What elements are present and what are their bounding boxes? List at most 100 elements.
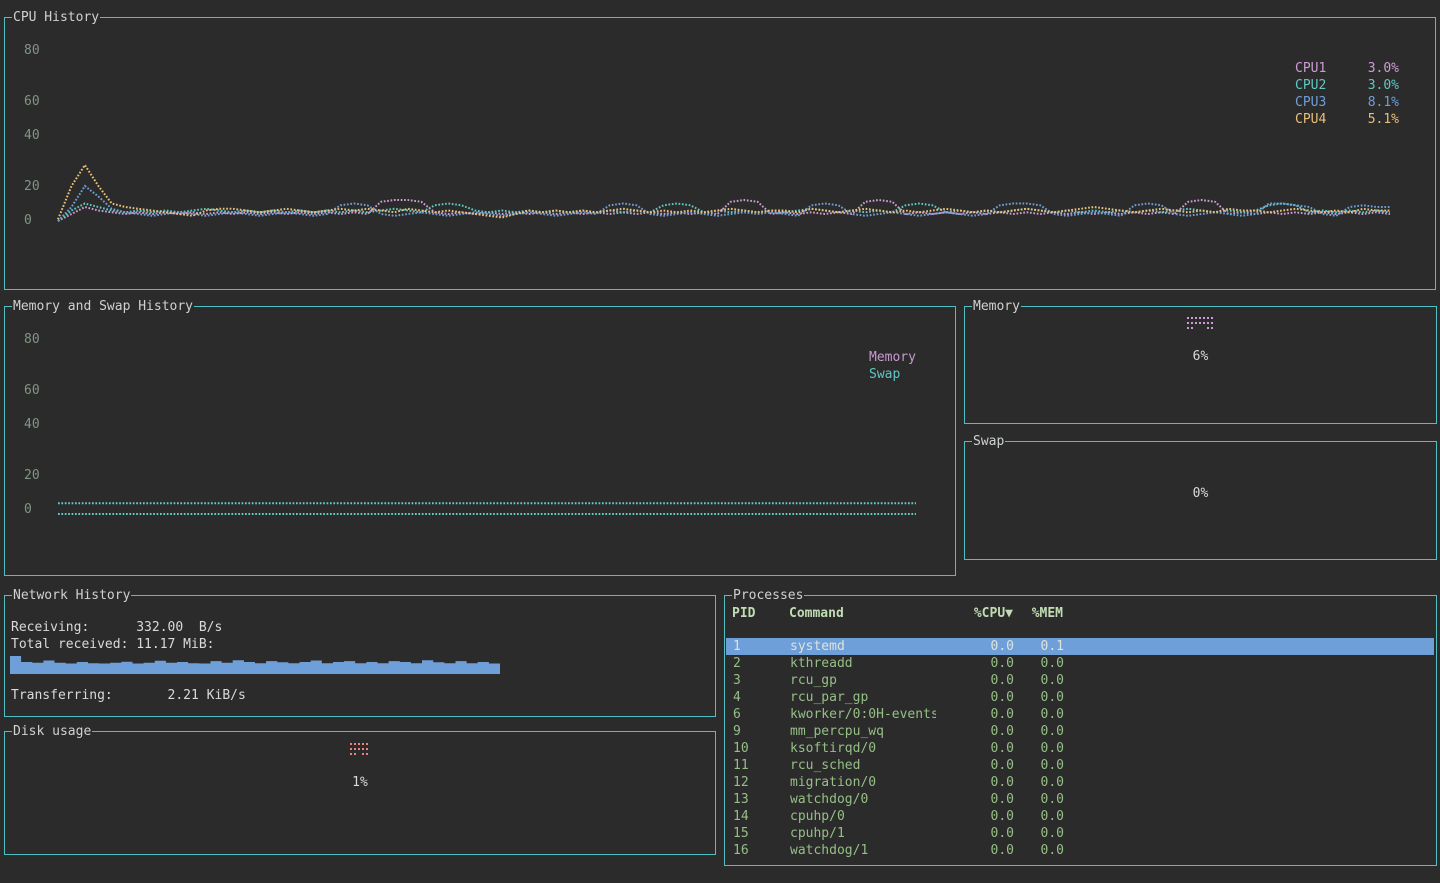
process-row[interactable]: 3rcu_gp0.00.0 bbox=[726, 672, 1434, 689]
process-cpu: 0.0 bbox=[938, 842, 1014, 859]
process-cpu: 0.0 bbox=[938, 655, 1014, 672]
process-pid: 13 bbox=[733, 791, 785, 808]
cpu-legend: CPU1 3.0% CPU2 3.0% CPU3 8.1% CPU4 5.1% bbox=[1295, 60, 1399, 128]
network-history-title: Network History bbox=[12, 588, 131, 603]
network-receiving-text: Receiving: 332.00 B/s bbox=[11, 621, 222, 635]
process-mem: 0.0 bbox=[1018, 774, 1064, 791]
process-row[interactable]: 12migration/00.00.0 bbox=[726, 774, 1434, 791]
legend-label: Swap bbox=[869, 366, 900, 383]
legend-item-cpu1: CPU1 3.0% bbox=[1295, 60, 1399, 77]
process-cpu: 0.0 bbox=[938, 638, 1014, 655]
process-mem: 0.0 bbox=[1018, 842, 1064, 859]
process-row[interactable]: 15cpuhp/10.00.0 bbox=[726, 825, 1434, 842]
mem-column-header[interactable]: %MEM bbox=[1017, 605, 1063, 622]
process-row[interactable]: 6kworker/0:0H-events_high0.00.0 bbox=[726, 706, 1434, 723]
process-cpu: 0.0 bbox=[938, 689, 1014, 706]
process-cpu: 0.0 bbox=[938, 706, 1014, 723]
process-table-header: PID Command%CPU▼%MEM bbox=[725, 605, 1436, 622]
process-row[interactable]: 4rcu_par_gp0.00.0 bbox=[726, 689, 1434, 706]
network-receive-area bbox=[10, 656, 500, 674]
legend-item-cpu2: CPU2 3.0% bbox=[1295, 77, 1399, 94]
process-command: kthreadd bbox=[790, 655, 936, 672]
memory-gauge-panel: Memory 6% bbox=[964, 306, 1437, 424]
network-receive-sparkline bbox=[10, 653, 500, 674]
process-mem: 0.0 bbox=[1018, 825, 1064, 842]
process-mem: 0.0 bbox=[1018, 791, 1064, 808]
process-mem: 0.0 bbox=[1018, 689, 1064, 706]
system-monitor-screen: CPU History 806040200 CPU13.0%CPU23.0%CP… bbox=[0, 0, 1440, 883]
cpu-history-chart bbox=[5, 18, 1435, 289]
process-command: cpuhp/1 bbox=[790, 825, 936, 842]
legend-label: CPU3 bbox=[1295, 94, 1326, 111]
legend-value: 5.1% bbox=[1368, 111, 1399, 128]
process-command: watchdog/1 bbox=[790, 842, 936, 859]
disk-usage-panel: Disk usage 1% bbox=[4, 731, 716, 855]
disk-gauge-icon bbox=[350, 743, 370, 758]
network-total-received-text: Total received: 11.17 MiB: bbox=[11, 638, 215, 652]
process-pid: 16 bbox=[733, 842, 785, 859]
process-row[interactable]: 2kthreadd0.00.0 bbox=[726, 655, 1434, 672]
process-cpu: 0.0 bbox=[938, 740, 1014, 757]
process-row[interactable]: 14cpuhp/00.00.0 bbox=[726, 808, 1434, 825]
process-row[interactable]: 11rcu_sched0.00.0 bbox=[726, 757, 1434, 774]
legend-label: CPU2 bbox=[1295, 77, 1326, 94]
legend-item-cpu4: CPU4 5.1% bbox=[1295, 111, 1399, 128]
legend-item-cpu3: CPU3 8.1% bbox=[1295, 94, 1399, 111]
process-cpu: 0.0 bbox=[938, 723, 1014, 740]
process-mem: 0.0 bbox=[1018, 655, 1064, 672]
process-mem: 0.0 bbox=[1018, 757, 1064, 774]
process-row[interactable]: 13watchdog/00.00.0 bbox=[726, 791, 1434, 808]
pid-column-header[interactable]: PID bbox=[732, 605, 784, 622]
process-cpu: 0.0 bbox=[938, 791, 1014, 808]
process-mem: 0.0 bbox=[1018, 723, 1064, 740]
process-row[interactable]: 9mm_percpu_wq0.00.0 bbox=[726, 723, 1434, 740]
processes-title: Processes bbox=[732, 588, 804, 603]
swap-gauge-title: Swap bbox=[972, 434, 1005, 449]
memory-percent-value: 6% bbox=[965, 350, 1436, 364]
legend-value: 3.0% bbox=[1368, 60, 1399, 77]
process-pid: 9 bbox=[733, 723, 785, 740]
process-cpu: 0.0 bbox=[938, 825, 1014, 842]
process-command: cpuhp/0 bbox=[790, 808, 936, 825]
swap-percent-value: 0% bbox=[965, 487, 1436, 501]
command-column-header[interactable]: Command bbox=[789, 605, 935, 622]
process-command: mm_percpu_wq bbox=[790, 723, 936, 740]
process-row[interactable]: 1 systemd0.00.1 bbox=[726, 638, 1434, 655]
process-mem: 0.1 bbox=[1018, 638, 1064, 655]
process-pid: 2 bbox=[733, 655, 785, 672]
processes-panel: Processes PIDCommand%CPU▼%MEM 1systemd0.… bbox=[724, 595, 1437, 866]
process-cpu: 0.0 bbox=[938, 757, 1014, 774]
process-pid: 15 bbox=[733, 825, 785, 842]
process-command: kworker/0:0H-events_high bbox=[790, 706, 936, 723]
process-command: systemd bbox=[790, 638, 936, 655]
legend-value: 8.1% bbox=[1368, 94, 1399, 111]
process-cpu: 0.0 bbox=[938, 808, 1014, 825]
process-cpu: 0.0 bbox=[938, 672, 1014, 689]
legend-label: Memory bbox=[869, 349, 916, 366]
process-mem: 0.0 bbox=[1018, 706, 1064, 723]
process-row[interactable]: 10ksoftirqd/00.00.0 bbox=[726, 740, 1434, 757]
process-command: rcu_gp bbox=[790, 672, 936, 689]
memory-swap-history-chart bbox=[5, 307, 955, 575]
process-mem: 0.0 bbox=[1018, 808, 1064, 825]
process-mem: 0.0 bbox=[1018, 740, 1064, 757]
process-command: ksoftirqd/0 bbox=[790, 740, 936, 757]
legend-value: 3.0% bbox=[1368, 77, 1399, 94]
process-pid: 6 bbox=[733, 706, 785, 723]
disk-percent-value: 1% bbox=[5, 776, 715, 790]
process-row[interactable]: 16watchdog/10.00.0 bbox=[726, 842, 1434, 859]
network-transferring-text: Transferring: 2.21 KiB/s bbox=[11, 689, 246, 703]
series-cpu4 bbox=[58, 165, 1390, 219]
cpu-history-panel: CPU History 806040200 CPU13.0%CPU23.0%CP… bbox=[4, 17, 1436, 290]
process-command: watchdog/0 bbox=[790, 791, 936, 808]
process-mem: 0.0 bbox=[1018, 672, 1064, 689]
legend-label: CPU4 bbox=[1295, 111, 1326, 128]
process-pid: 1 bbox=[733, 638, 785, 655]
legend-item-memory: Memory bbox=[869, 349, 916, 366]
cpu-sort-column-header[interactable]: %CPU▼ bbox=[937, 605, 1013, 622]
disk-usage-title: Disk usage bbox=[12, 724, 92, 739]
process-command: migration/0 bbox=[790, 774, 936, 791]
legend-item-swap: Swap bbox=[869, 366, 916, 383]
legend-label: CPU1 bbox=[1295, 60, 1326, 77]
memory-swap-legend: MemorySwap bbox=[869, 349, 916, 383]
